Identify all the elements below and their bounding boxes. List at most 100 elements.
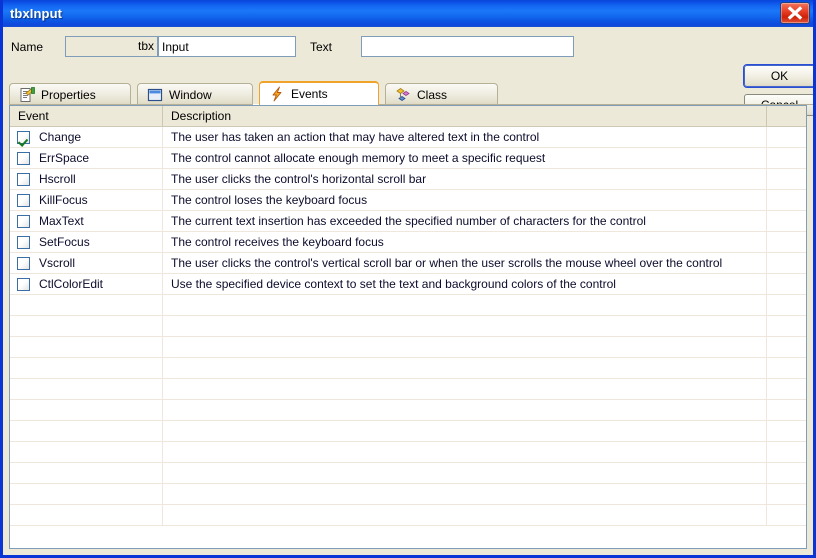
grid-body: Change The user has taken an action that …	[10, 127, 806, 526]
table-row-empty	[10, 358, 806, 379]
cell-description: The control receives the keyboard focus	[162, 232, 766, 252]
table-row-empty	[10, 400, 806, 421]
lightning-bolt-icon	[272, 86, 282, 102]
event-checkbox[interactable]	[17, 235, 30, 249]
events-grid: Event Description Change The user has tak…	[9, 105, 807, 549]
title-bar: tbxInput	[3, 0, 813, 27]
cell-extra	[766, 148, 806, 168]
table-row-empty	[10, 442, 806, 463]
cell-extra	[766, 442, 806, 462]
table-row-empty	[10, 337, 806, 358]
cell-description: The user clicks the control's horizontal…	[162, 169, 766, 189]
cell-event: Hscroll	[10, 169, 162, 189]
event-checkbox[interactable]	[17, 256, 30, 270]
event-checkbox[interactable]	[17, 172, 30, 186]
cell-event: ErrSpace	[10, 148, 162, 168]
name-input[interactable]	[158, 36, 296, 57]
tab-window-label: Window	[169, 87, 212, 102]
cell-event	[10, 358, 162, 378]
window-icon	[147, 88, 163, 101]
cell-extra	[766, 253, 806, 273]
table-row-empty	[10, 484, 806, 505]
grid-header-row: Event Description	[10, 106, 806, 127]
tab-events[interactable]: Events	[259, 81, 379, 105]
table-row[interactable]: MaxText The current text insertion has ex…	[10, 211, 806, 232]
cell-extra	[766, 127, 806, 147]
event-name: Change	[39, 130, 82, 144]
event-name: ErrSpace	[39, 151, 90, 165]
table-row[interactable]: Change The user has taken an action that …	[10, 127, 806, 148]
form-row: Name tbx Text OK Cancel	[3, 27, 813, 116]
dialog-window: tbxInput Name tbx Text OK Cancel	[0, 0, 816, 558]
table-row-empty	[10, 463, 806, 484]
name-prefix-value: tbx	[65, 36, 158, 57]
cell-event: SetFocus	[10, 232, 162, 252]
cell-description	[162, 379, 766, 399]
cell-extra	[766, 337, 806, 357]
table-row[interactable]: Vscroll The user clicks the control's ver…	[10, 253, 806, 274]
cell-event	[10, 379, 162, 399]
cell-event	[10, 421, 162, 441]
column-header-event[interactable]: Event	[10, 106, 162, 126]
cell-extra	[766, 169, 806, 189]
cell-extra	[766, 421, 806, 441]
event-checkbox[interactable]	[17, 130, 30, 144]
cell-event	[10, 484, 162, 504]
event-checkbox[interactable]	[17, 214, 30, 228]
text-label: Text	[310, 40, 333, 54]
column-header-description[interactable]: Description	[162, 106, 766, 126]
table-row[interactable]: KillFocus The control loses the keyboard …	[10, 190, 806, 211]
cell-event: CtlColorEdit	[10, 274, 162, 294]
tab-window[interactable]: Window	[137, 83, 253, 105]
table-row-empty	[10, 379, 806, 400]
cell-description: The control cannot allocate enough memor…	[162, 148, 766, 168]
tab-properties-label: Properties	[41, 87, 96, 102]
cell-extra	[766, 211, 806, 231]
cell-extra	[766, 484, 806, 504]
cell-description	[162, 358, 766, 378]
event-name: KillFocus	[39, 193, 88, 207]
cell-description: The control loses the keyboard focus	[162, 190, 766, 210]
cell-event: KillFocus	[10, 190, 162, 210]
table-row[interactable]: SetFocus The control receives the keyboar…	[10, 232, 806, 253]
cell-extra	[766, 295, 806, 315]
cell-event: Vscroll	[10, 253, 162, 273]
tab-class[interactable]: Class	[385, 83, 498, 105]
cell-description	[162, 463, 766, 483]
event-name: SetFocus	[39, 235, 90, 249]
cell-description: The current text insertion has exceeded …	[162, 211, 766, 231]
cell-extra	[766, 358, 806, 378]
event-name: CtlColorEdit	[39, 277, 104, 291]
cell-description: Use the specified device context to set …	[162, 274, 766, 294]
cell-extra	[766, 463, 806, 483]
event-checkbox[interactable]	[17, 193, 30, 207]
table-row[interactable]: CtlColorEdit Use the specified device con…	[10, 274, 806, 295]
close-icon	[787, 6, 803, 20]
cell-event	[10, 316, 162, 336]
table-row[interactable]: Hscroll The user clicks the control's hor…	[10, 169, 806, 190]
event-name: MaxText	[39, 214, 84, 228]
table-row[interactable]: ErrSpace The control cannot allocate enou…	[10, 148, 806, 169]
table-row-empty	[10, 421, 806, 442]
column-header-extra[interactable]	[766, 106, 806, 126]
close-button[interactable]	[780, 2, 810, 24]
event-checkbox[interactable]	[17, 151, 30, 165]
cell-description	[162, 421, 766, 441]
cell-event	[10, 400, 162, 420]
cell-event	[10, 505, 162, 525]
cell-extra	[766, 505, 806, 525]
cell-extra	[766, 190, 806, 210]
cell-extra	[766, 274, 806, 294]
cell-event	[10, 337, 162, 357]
event-checkbox[interactable]	[17, 277, 30, 291]
tab-class-label: Class	[417, 87, 448, 102]
tab-strip: Properties Window Events Class	[9, 81, 813, 105]
cell-extra	[766, 232, 806, 252]
name-label: Name	[11, 40, 44, 54]
cell-description	[162, 400, 766, 420]
cell-extra	[766, 400, 806, 420]
text-input[interactable]	[361, 36, 574, 57]
tab-properties[interactable]: Properties	[9, 83, 131, 105]
table-row-empty	[10, 505, 806, 526]
cell-event	[10, 295, 162, 315]
